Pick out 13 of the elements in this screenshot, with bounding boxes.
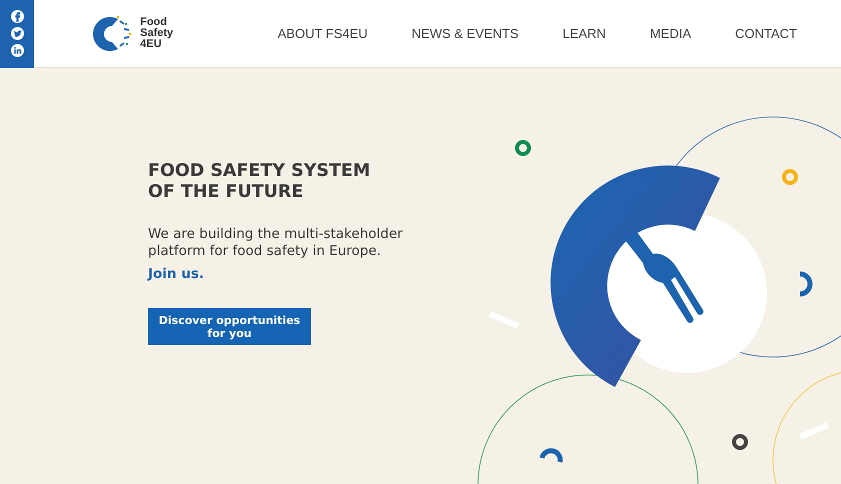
nav-link[interactable]: ABOUT FS4EU (278, 26, 368, 41)
nav-link[interactable]: LEARN (562, 26, 606, 41)
discover-button[interactable]: Discover opportunities for you (148, 308, 311, 345)
nav-link[interactable]: NEWS & EVENTS (412, 26, 519, 41)
join-link[interactable]: Join us. (148, 266, 204, 282)
linkedin-icon[interactable] (10, 44, 24, 57)
nav-link[interactable]: MEDIA (650, 26, 692, 41)
twitter-icon[interactable] (10, 27, 24, 40)
hero-text: We are building the multi-stakeholder platform for food safety in Europe. (148, 226, 404, 260)
logo-text: Food Safety 4EU (140, 17, 174, 50)
hero-title: FOOD SAFETY SYSTEM OF THE FUTURE (148, 161, 372, 203)
facebook-icon[interactable] (10, 10, 24, 23)
nav-link[interactable]: CONTACT (735, 26, 797, 41)
